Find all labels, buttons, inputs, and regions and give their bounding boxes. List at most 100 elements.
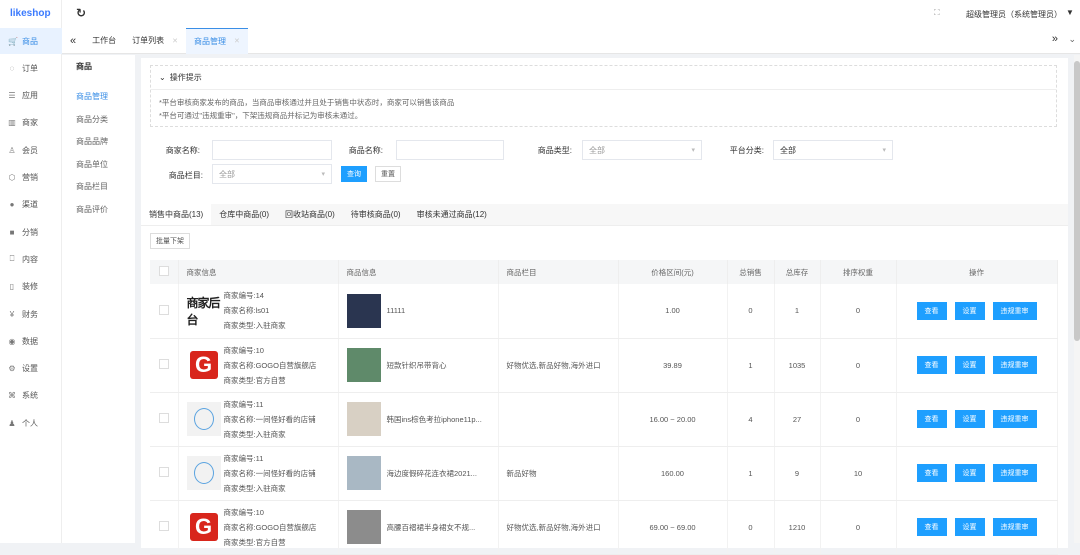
scroll-left-icon[interactable]: « (62, 28, 84, 54)
merchant-name: 商家名称:GOGO自营旗舰店 (223, 522, 317, 532)
status-tab[interactable]: 仓库中商品(0) (211, 204, 277, 225)
sidebar-item[interactable]: ⚙ 设置 (0, 356, 62, 382)
violation-review-button[interactable]: 违规重审 (992, 410, 1037, 428)
tips-header[interactable]: ⌄ 操作提示 (151, 66, 1056, 90)
sidebar-item-label: 营销 (22, 173, 38, 182)
merchant-id: 商家编号:11 (223, 453, 264, 463)
merchant-type: 商家类型:官方自营 (223, 375, 286, 385)
product-image (346, 510, 381, 544)
violation-review-button[interactable]: 违规重审 (992, 464, 1037, 482)
settings-button[interactable]: 设置 (954, 518, 985, 536)
checkbox[interactable] (158, 266, 169, 276)
tab-order-list[interactable]: 订单列表 ✕ (124, 28, 186, 54)
sort-weight: 10 (820, 446, 897, 501)
select-all[interactable] (150, 260, 179, 284)
query-button[interactable]: 查询 (341, 166, 367, 182)
tab-goods-management[interactable]: 商品管理 ✕ (186, 27, 248, 54)
status-tab[interactable]: 回收站商品(0) (277, 204, 343, 225)
settings-button[interactable]: 设置 (954, 410, 985, 428)
tab-label: 订单列表 (132, 36, 165, 45)
product-image (346, 456, 381, 490)
platform-category-select[interactable]: 全部 ▾ (773, 140, 893, 160)
fullscreen-icon[interactable]: ⛶ (934, 8, 940, 18)
merchant-type: 商家类型:入驻商家 (223, 321, 286, 331)
merchant-type: 商家类型:官方自营 (223, 537, 286, 547)
violation-review-button[interactable]: 违规重审 (992, 301, 1037, 320)
price-range: 16.00 ~ 20.00 (618, 392, 728, 447)
sidebar-item[interactable]: ◉ 数据 (0, 328, 62, 354)
settings-button[interactable]: 设置 (954, 464, 985, 482)
view-button[interactable]: 查看 (916, 518, 947, 536)
table-row: 商家编号:11 商家名称:一间怪好看的店铺 商家类型:入驻商家 海边度假碎花连衣裙2… (150, 446, 1058, 501)
batch-off-shelf-button[interactable]: 批量下架 (150, 233, 190, 249)
sub-sidebar: 商品 商品管理 商品分类 商品品牌 商品单位 商品栏目 商品评价 (62, 55, 135, 543)
product-name: 短款针织吊带背心 (386, 360, 447, 370)
sidebar-item[interactable]: ⎕ 内容 (0, 246, 62, 272)
subnav-item[interactable]: 商品管理 (76, 91, 108, 102)
row-checkbox[interactable] (158, 521, 169, 531)
sidebar-item-label: 系统 (22, 391, 38, 401)
merchant-logo: 商家后台 (186, 295, 221, 327)
violation-review-button[interactable]: 违规重审 (992, 356, 1037, 374)
subnav-item[interactable]: 商品评价 (76, 204, 108, 215)
sidebar-item[interactable]: ◌ 订单 (0, 55, 62, 81)
main-sidebar: likeshop 🛒 商品 ◌ 订单 ☰ 应用 ▥ 商家 ♙ 会员 ⬡ 营销 ● 渠道 ■ 分销 ⎕ 内容 ▯ 装修 ¥… (0, 0, 62, 543)
scrollbar[interactable] (1074, 55, 1080, 543)
table-row: 商家后台 商家编号:14 商家名称:ls01 商家类型:入驻商家 11111 1.00… (150, 284, 1058, 339)
view-button[interactable]: 查看 (916, 301, 947, 320)
close-icon[interactable]: ✕ (172, 37, 178, 45)
goods-name-label: 商品名称: (348, 146, 383, 155)
sidebar-item[interactable]: ▥ 商家 (0, 110, 62, 136)
tab-bar: « 工作台 订单列表 ✕ 商品管理 ✕ » ⌄ (62, 27, 1080, 54)
merchant-type: 商家类型:入驻商家 (223, 483, 286, 493)
status-tab[interactable]: 待审核商品(0) (343, 204, 409, 225)
subnav-item[interactable]: 商品品牌 (76, 136, 108, 147)
sidebar-item[interactable]: ⌘ 系统 (0, 383, 62, 409)
view-button[interactable]: 查看 (916, 464, 947, 482)
chevron-down-icon[interactable]: ⌄ (1068, 34, 1076, 45)
settings-button[interactable]: 设置 (954, 356, 985, 374)
user-menu[interactable]: 超级管理员（系统管理员） (966, 9, 1062, 20)
sidebar-item[interactable]: ● 渠道 (0, 192, 62, 218)
status-tab[interactable]: 销售中商品(13) (141, 204, 212, 225)
sidebar-item[interactable]: ♟ 个人 (0, 410, 62, 436)
goods-name-input[interactable] (396, 140, 504, 160)
price-range: 1.00 (618, 284, 728, 339)
sidebar-item[interactable]: ♙ 会员 (0, 137, 62, 163)
sidebar-item-label: 设置 (22, 364, 38, 374)
refresh-icon[interactable]: ↻ (76, 6, 86, 20)
violation-review-button[interactable]: 违规重审 (992, 518, 1037, 536)
product-column: 好物优选,新品好物,海外进口 (498, 338, 619, 393)
subnav-item[interactable]: 商品分类 (76, 114, 108, 125)
row-checkbox[interactable] (158, 467, 169, 477)
caret-down-icon[interactable]: ▼ (1066, 8, 1074, 17)
sidebar-item[interactable]: ■ 分销 (0, 219, 62, 245)
subnav-item[interactable]: 商品单位 (76, 159, 108, 170)
status-tab[interactable]: 审核未通过商品(12) (409, 204, 495, 225)
row-checkbox[interactable] (158, 413, 169, 423)
view-button[interactable]: 查看 (916, 410, 947, 428)
close-icon[interactable]: ✕ (234, 37, 240, 45)
subnav-item[interactable]: 商品栏目 (76, 181, 108, 192)
view-button[interactable]: 查看 (916, 356, 947, 374)
settings-button[interactable]: 设置 (954, 301, 985, 320)
merchant-logo: G (187, 348, 221, 382)
goods-column-select[interactable]: 全部 ▾ (212, 164, 332, 184)
sidebar-item[interactable]: 🛒 商品 (0, 28, 62, 54)
goods-type-select[interactable]: 全部 ▾ (582, 140, 702, 160)
row-checkbox[interactable] (158, 359, 169, 369)
scroll-right-icon[interactable]: » (1052, 33, 1058, 45)
row-checkbox[interactable] (158, 304, 169, 315)
sidebar-item-label: 订单 (22, 63, 38, 73)
sidebar-item[interactable]: ⬡ 营销 (0, 165, 62, 191)
reset-button[interactable]: 重置 (375, 166, 401, 182)
sidebar-item[interactable]: ▯ 装修 (0, 274, 62, 300)
sidebar-item[interactable]: ¥ 财务 (0, 301, 62, 327)
sidebar-item[interactable]: ☰ 应用 (0, 83, 62, 109)
merchant-name-input[interactable] (212, 140, 332, 160)
merchant-name: 商家名称:一间怪好看的店铺 (223, 414, 316, 424)
sidebar-item-label: 内容 (22, 254, 38, 264)
tab-workbench[interactable]: 工作台 (84, 28, 124, 54)
scrollbar-thumb[interactable] (1074, 61, 1080, 341)
product-name: 高腰百褶裙半身裙女不规... (386, 522, 476, 532)
